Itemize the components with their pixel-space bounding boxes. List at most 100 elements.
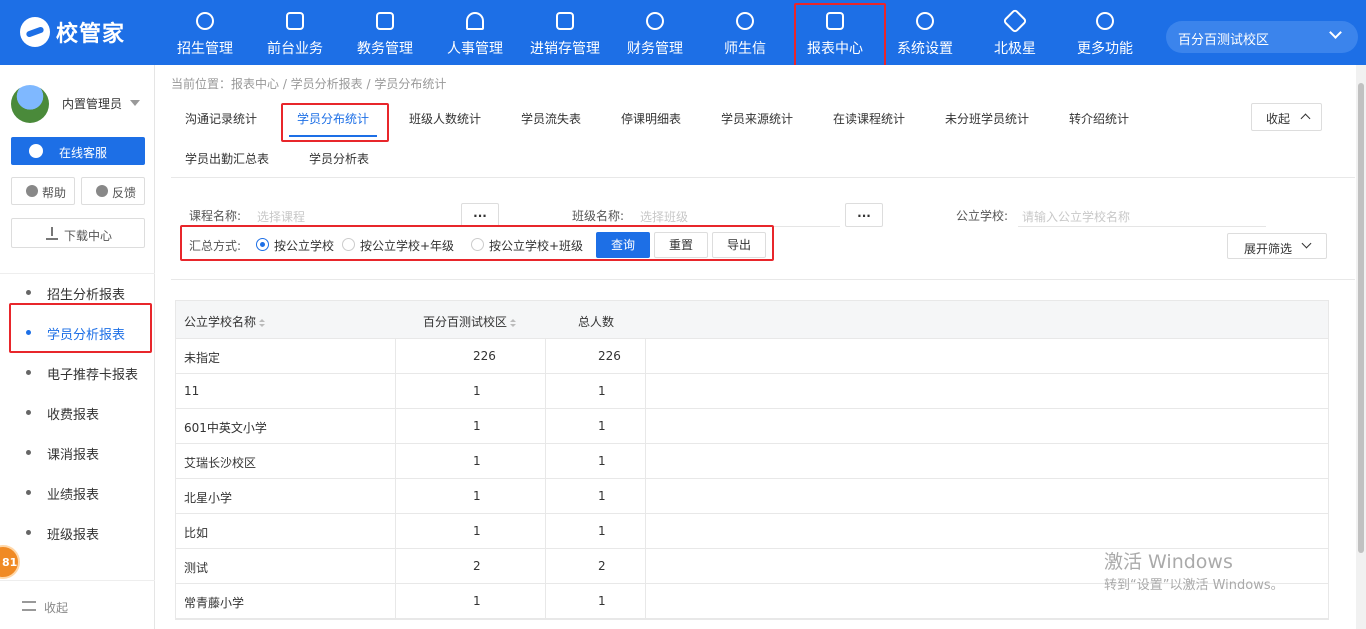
sort-icon[interactable] [510, 319, 517, 327]
scrollbar-thumb[interactable] [1358, 83, 1364, 553]
feedback-button[interactable]: 反馈 [81, 177, 145, 205]
table-row: 艾瑞长沙校区 1 1 [176, 444, 1328, 479]
download-icon [46, 227, 58, 240]
sidebar-item-fee-report[interactable]: 收费报表 [0, 398, 155, 428]
school-name-cell: 比如 [184, 526, 209, 540]
tab-class-size[interactable]: 班级人数统计 [409, 110, 481, 127]
reset-button[interactable]: 重置 [654, 232, 708, 258]
sidebar-item-class-report[interactable]: 班级报表 [0, 518, 155, 548]
nav-label: 人事管理 [447, 41, 503, 57]
school-input[interactable]: 请输入公立学校名称 [1018, 203, 1266, 227]
collapse-tabs-button[interactable]: 收起 [1251, 103, 1322, 131]
breadcrumb: 当前位置：报表中心 / 学员分析报表 / 学员分布统计 [171, 77, 447, 91]
export-button[interactable]: 导出 [712, 232, 766, 258]
nav-inventory[interactable]: 进销存管理 [520, 0, 610, 65]
nav-label: 更多功能 [1077, 41, 1133, 57]
school-name-cell: 测试 [184, 561, 209, 575]
course-label: 课程名称: [189, 209, 242, 223]
help-icon [26, 185, 38, 197]
bullet-icon [26, 330, 31, 335]
top-navigation-bar: 校管家 招生管理 前台业务 教务管理 人事管理 进销存管理 财务管理 师生信 报… [0, 0, 1366, 72]
course-input[interactable]: 选择课程 [253, 203, 457, 227]
radio-circle [342, 238, 355, 251]
nav-finance[interactable]: 财务管理 [610, 0, 700, 65]
activation-watermark-title: 激活 Windows [1104, 551, 1233, 573]
nav-messages[interactable]: 师生信 [700, 0, 790, 65]
tab-student-source[interactable]: 学员来源统计 [721, 110, 793, 127]
page-scrollbar[interactable] [1356, 65, 1366, 629]
campus-count-cell: 226 [473, 349, 496, 363]
total-count-cell: 1 [598, 454, 606, 468]
tab-current-courses[interactable]: 在读课程统计 [833, 110, 905, 127]
inventory-icon [556, 12, 574, 30]
nav-label: 师生信 [724, 41, 766, 57]
tab-student-distribution[interactable]: 学员分布统计 [297, 110, 369, 127]
column-header-school[interactable]: 公立学校名称 [184, 313, 266, 330]
summary-label: 汇总方式: [189, 239, 242, 253]
feedback-icon [96, 185, 108, 197]
nav-front-desk[interactable]: 前台业务 [250, 0, 340, 65]
school-name-cell: 常青藤小学 [184, 596, 245, 610]
nav-report-center[interactable]: 报表中心 [790, 0, 880, 65]
table-row: 未指定 226 226 [176, 339, 1328, 374]
tab-student-loss[interactable]: 学员流失表 [521, 110, 581, 127]
tab-student-analysis[interactable]: 学员分析表 [309, 150, 369, 167]
sidebar-item-e-card-report[interactable]: 电子推荐卡报表 [0, 358, 155, 388]
star-icon [1002, 8, 1028, 34]
online-service-button[interactable]: 在线客服 [11, 137, 145, 165]
nav-settings[interactable]: 系统设置 [880, 0, 970, 65]
tab-referral[interactable]: 转介绍统计 [1069, 110, 1129, 127]
user-name[interactable]: 内置管理员 [62, 95, 122, 112]
total-count-cell: 1 [598, 489, 606, 503]
nav-more[interactable]: 更多功能 [1060, 0, 1150, 65]
nav-recruitment[interactable]: 招生管理 [160, 0, 250, 65]
column-header-total: 总人数 [578, 315, 615, 329]
sidebar-item-student-report[interactable]: 学员分析报表 [0, 318, 155, 348]
course-picker-button[interactable]: ... [461, 203, 499, 227]
sort-icon[interactable] [259, 319, 266, 327]
tab-attendance-summary[interactable]: 学员出勤汇总表 [185, 150, 269, 167]
logo-icon [20, 17, 50, 47]
column-header-label: 公立学校名称 [184, 315, 257, 329]
school-name-cell: 北星小学 [184, 491, 233, 505]
total-count-cell: 226 [598, 349, 621, 363]
column-divider [545, 339, 546, 619]
campus-count-cell: 1 [473, 454, 481, 468]
query-button[interactable]: 查询 [596, 232, 650, 258]
tab-unassigned[interactable]: 未分班学员统计 [945, 110, 1029, 127]
sidebar-item-lesson-report[interactable]: 课消报表 [0, 438, 155, 468]
expand-filter-button[interactable]: 展开筛选 [1227, 233, 1327, 259]
nav-hr[interactable]: 人事管理 [430, 0, 520, 65]
active-tab-indicator [289, 135, 377, 137]
class-picker-button[interactable]: ... [845, 203, 883, 227]
sidebar-item-label: 学员分析报表 [47, 328, 126, 343]
chevron-down-icon [1301, 238, 1312, 249]
nav-polaris[interactable]: 北极星 [970, 0, 1060, 65]
avatar[interactable] [11, 85, 49, 123]
help-button[interactable]: 帮助 [11, 177, 75, 205]
user-plus-icon [196, 12, 214, 30]
tab-communication[interactable]: 沟通记录统计 [185, 110, 257, 127]
download-center-button[interactable]: 下载中心 [11, 218, 145, 248]
expand-filter-label: 展开筛选 [1244, 242, 1293, 256]
table-row: 11 1 1 [176, 374, 1328, 409]
class-input[interactable]: 选择班级 [636, 203, 840, 227]
column-divider [395, 339, 396, 619]
radio-label: 按公立学校 [274, 239, 335, 253]
app-logo[interactable]: 校管家 [20, 16, 125, 48]
campus-selector[interactable]: 百分百测试校区 [1166, 21, 1358, 53]
logo-text: 校管家 [56, 22, 126, 47]
person-icon [466, 12, 484, 30]
table-header: 公立学校名称 百分百测试校区 总人数 [176, 301, 1328, 339]
column-header-campus[interactable]: 百分百测试校区 [423, 313, 517, 330]
sidebar-item-label: 班级报表 [47, 528, 100, 543]
sidebar-item-label: 业绩报表 [47, 488, 100, 503]
nav-academic[interactable]: 教务管理 [340, 0, 430, 65]
sidebar-item-performance-report[interactable]: 业绩报表 [0, 478, 155, 508]
caret-down-icon[interactable] [130, 100, 140, 106]
sidebar-item-recruitment-report[interactable]: 招生分析报表 [0, 278, 155, 308]
settings-icon [916, 12, 934, 30]
total-count-cell: 1 [598, 524, 606, 538]
sidebar-collapse-button[interactable]: 收起 [0, 580, 155, 629]
tab-suspension[interactable]: 停课明细表 [621, 110, 681, 127]
